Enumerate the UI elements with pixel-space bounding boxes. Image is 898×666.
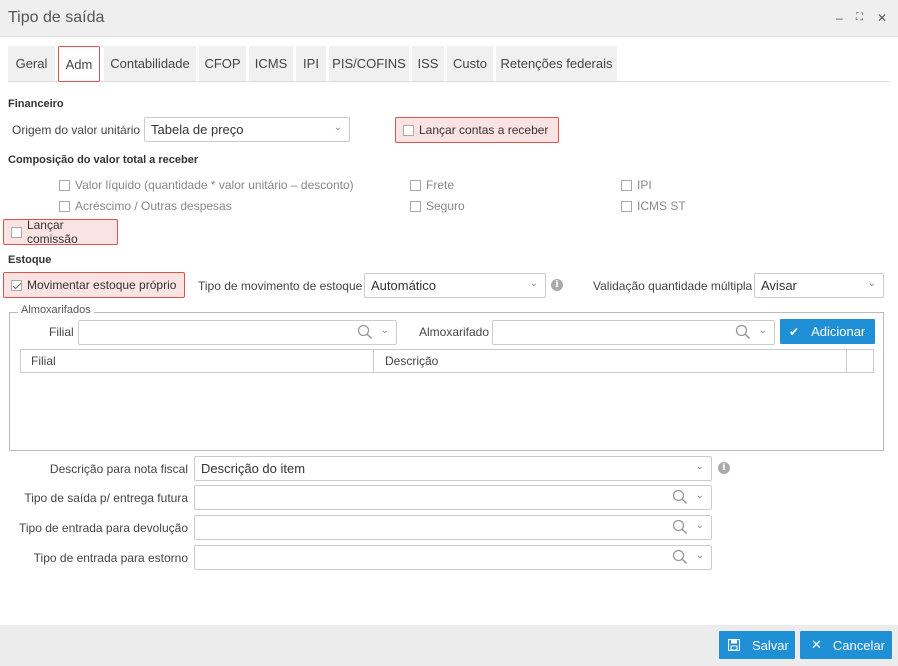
- column-header-descricao[interactable]: Descrição: [375, 350, 847, 372]
- checkbox-icon: [403, 124, 414, 136]
- filial-label: Filial: [49, 325, 74, 339]
- tab-adm[interactable]: Adm: [58, 46, 100, 82]
- chevron-down-icon: ⌄: [695, 550, 704, 561]
- add-button-label: Adicionar: [811, 324, 866, 339]
- almoxarifado-label: Almoxarifado: [419, 325, 490, 339]
- origem-valor-select[interactable]: Tabela de preço ⌄: [144, 117, 350, 142]
- lancar-comissao-checkbox[interactable]: Lançar comissão: [3, 218, 118, 246]
- tab-pis-cofins[interactable]: PIS/COFINS: [329, 46, 410, 81]
- icms-st-label: ICMS ST: [637, 199, 686, 213]
- checkbox-icon: [621, 179, 632, 191]
- chevron-down-icon: ⌄: [529, 278, 538, 289]
- origem-valor-value: Tabela de preço: [151, 122, 244, 137]
- chevron-down-icon: ⌄: [380, 325, 389, 336]
- tab-cfop[interactable]: CFOP: [199, 46, 247, 81]
- validacao-label: Validação quantidade múltipla: [593, 279, 753, 293]
- frete-label: Frete: [426, 178, 455, 192]
- chevron-down-icon: ⌄: [333, 122, 342, 133]
- add-almoxarifado-button[interactable]: ✔ Adicionar: [780, 319, 875, 344]
- origem-valor-label: Origem do valor unitário: [12, 123, 141, 137]
- search-icon[interactable]: [356, 323, 374, 341]
- window-titlebar: Tipo de saída ‒ ⛶ ✕: [0, 0, 898, 37]
- tab-bar: Geral Adm Contabilidade CFOP ICMS IPI PI…: [8, 46, 890, 82]
- checkbox-icon: [59, 200, 70, 212]
- dialog-footer: Salvar ✕ Cancelar: [0, 625, 898, 666]
- composicao-title: Composição do valor total a receber: [8, 154, 199, 166]
- tab-icms[interactable]: ICMS: [249, 46, 294, 81]
- chevron-down-icon: ⌄: [758, 325, 767, 336]
- movimentar-estoque-label: Movimentar estoque próprio: [27, 278, 177, 292]
- acrescimo-checkbox[interactable]: Acréscimo / Outras despesas: [59, 199, 232, 213]
- tab-retencoes-federais[interactable]: Retenções federais: [496, 46, 618, 81]
- search-icon[interactable]: [671, 488, 689, 506]
- seguro-label: Seguro: [426, 199, 465, 213]
- cancel-button-label: Cancelar: [832, 637, 885, 653]
- tab-custo[interactable]: Custo: [447, 46, 494, 81]
- save-button[interactable]: Salvar: [719, 631, 795, 659]
- lancar-comissao-label: Lançar comissão: [26, 218, 78, 246]
- entrada-estorno-select[interactable]: ⌄: [194, 545, 712, 570]
- validacao-value: Avisar: [761, 278, 797, 293]
- tab-geral[interactable]: Geral: [8, 46, 56, 81]
- ipi-label: IPI: [637, 178, 652, 192]
- checkbox-icon: [59, 179, 70, 191]
- checkbox-icon: [410, 179, 421, 191]
- frete-checkbox[interactable]: Frete: [410, 178, 454, 192]
- valor-liquido-checkbox[interactable]: Valor líquido (quantidade * valor unitár…: [59, 178, 354, 192]
- floppy-disk-icon: [728, 639, 740, 651]
- checkbox-icon: [11, 226, 22, 238]
- chevron-down-icon: ⌄: [695, 520, 704, 531]
- valor-liquido-label: Valor líquido (quantidade * valor unitár…: [75, 178, 354, 192]
- descricao-nf-label: Descrição para nota fiscal: [49, 462, 188, 476]
- almoxarifado-select[interactable]: ⌄: [492, 320, 775, 345]
- entrada-devolucao-label: Tipo de entrada para devolução: [18, 521, 188, 535]
- tipo-movimento-value: Automático: [371, 278, 437, 293]
- financeiro-title: Financeiro: [8, 98, 64, 110]
- ipi-checkbox[interactable]: IPI: [621, 178, 652, 192]
- icms-st-checkbox[interactable]: ICMS ST: [621, 199, 686, 213]
- checkbox-icon: [621, 200, 632, 212]
- search-icon[interactable]: [671, 548, 689, 566]
- saida-futura-select[interactable]: ⌄: [194, 485, 712, 510]
- check-icon: ✔: [789, 324, 800, 339]
- maximize-icon[interactable]: ⛶: [856, 10, 863, 26]
- chevron-down-icon: ⌄: [867, 278, 876, 289]
- cancel-button[interactable]: ✕ Cancelar: [800, 631, 892, 659]
- tipo-movimento-select[interactable]: Automático ⌄: [364, 273, 546, 298]
- saida-futura-label: Tipo de saída p/ entrega futura: [24, 491, 188, 505]
- minimize-icon[interactable]: ‒: [836, 10, 843, 26]
- info-icon: i: [718, 462, 730, 474]
- entrada-devolucao-select[interactable]: ⌄: [194, 515, 712, 540]
- filial-select[interactable]: ⌄: [78, 320, 397, 345]
- save-button-label: Salvar: [752, 637, 789, 653]
- tipo-movimento-label: Tipo de movimento de estoque: [198, 279, 363, 293]
- estoque-title: Estoque: [8, 254, 52, 266]
- checkbox-icon: [410, 200, 421, 212]
- seguro-checkbox[interactable]: Seguro: [410, 199, 465, 213]
- descricao-nf-value: Descrição do item: [201, 461, 306, 476]
- info-icon: i: [551, 279, 563, 291]
- tab-iss[interactable]: ISS: [412, 46, 445, 81]
- search-icon[interactable]: [671, 518, 689, 536]
- chevron-down-icon: ⌄: [695, 490, 704, 501]
- window-title: Tipo de saída: [8, 9, 105, 26]
- validacao-select[interactable]: Avisar ⌄: [754, 273, 884, 298]
- lancar-contas-checkbox[interactable]: Lançar contas a receber: [395, 117, 559, 143]
- chevron-down-icon: ⌄: [695, 461, 704, 472]
- descricao-nf-select[interactable]: Descrição do item ⌄: [194, 456, 712, 481]
- almoxarifados-legend: Almoxarifados: [18, 304, 94, 316]
- movimentar-estoque-checkbox[interactable]: Movimentar estoque próprio: [3, 272, 185, 298]
- lancar-contas-label: Lançar contas a receber: [419, 123, 549, 137]
- entrada-estorno-label: Tipo de entrada para estorno: [33, 551, 188, 565]
- tab-ipi[interactable]: IPI: [296, 46, 327, 81]
- close-icon[interactable]: ✕: [877, 10, 887, 26]
- search-icon[interactable]: [734, 323, 752, 341]
- close-icon: ✕: [811, 637, 822, 652]
- almoxarifados-grid-header: Filial Descrição: [20, 349, 874, 373]
- column-header-filial[interactable]: Filial: [21, 350, 374, 372]
- tab-contabilidade[interactable]: Contabilidade: [104, 46, 197, 81]
- acrescimo-label: Acréscimo / Outras despesas: [75, 199, 232, 213]
- checkbox-checked-icon: [11, 279, 22, 291]
